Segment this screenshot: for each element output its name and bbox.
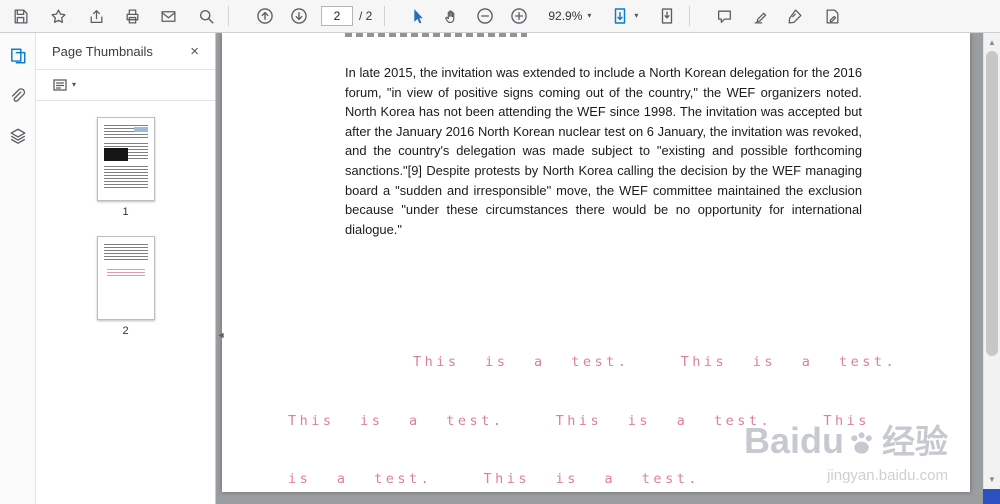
highlighter-icon	[754, 12, 767, 24]
panel-header: Page Thumbnails ×	[36, 33, 215, 69]
search-button[interactable]	[192, 3, 220, 29]
single-page-icon	[662, 8, 673, 24]
page-thumbnails-panel: Page Thumbnails × ▾ 1 2	[36, 33, 216, 504]
thumbnail-list: 1 2	[36, 101, 215, 337]
comment-icon	[717, 10, 731, 23]
hand-tool-button[interactable]	[437, 3, 465, 29]
zoom-level-dropdown[interactable]: 92.9% ▾	[543, 6, 596, 26]
next-page-button[interactable]	[285, 3, 313, 29]
zoom-in-icon	[511, 8, 528, 24]
star-button[interactable]	[44, 3, 72, 29]
watermark-brand-cjk: 经验	[882, 423, 948, 460]
toolbar: / 2 92.9% ▾ ▾	[0, 0, 1000, 33]
paragraph-text: In late 2015, the invitation was extende…	[345, 65, 862, 237]
zoom-value: 92.9%	[548, 9, 583, 23]
comment-button[interactable]	[710, 3, 738, 29]
pen-nib-icon	[788, 8, 802, 24]
save-icon	[14, 8, 28, 24]
paw-icon	[851, 432, 872, 454]
paperclip-icon	[11, 88, 25, 102]
options-list-icon	[53, 79, 67, 91]
select-arrow-icon	[414, 8, 423, 23]
thumbnail-label: 1	[122, 206, 129, 218]
watermark-url: jingyan.baidu.com	[827, 467, 948, 484]
email-icon	[160, 10, 176, 22]
panel-options-button[interactable]: ▾	[36, 70, 215, 100]
layers-icon	[10, 128, 25, 144]
edit-document-button[interactable]	[818, 3, 846, 29]
test-text-line: This is a test. This is a test.	[413, 354, 898, 370]
print-button[interactable]	[118, 3, 146, 29]
layers-tab[interactable]	[4, 123, 32, 149]
scroll-down-arrow[interactable]: ▼	[984, 471, 1000, 487]
thumbnail-label: 2	[122, 325, 129, 337]
single-page-view-button[interactable]	[653, 3, 681, 29]
watermark-brand: Baidu	[743, 420, 844, 461]
toolbar-separator	[384, 6, 386, 26]
page-number-input[interactable]	[321, 6, 353, 26]
panel-collapse-handle[interactable]: ◄	[216, 320, 226, 350]
page-thumbnails-tab[interactable]	[4, 43, 32, 69]
page-fit-mode-button[interactable]: ▾	[606, 4, 643, 28]
panel-title: Page Thumbnails	[52, 43, 153, 59]
thumbnail-image-2	[96, 236, 155, 320]
chevron-down-icon: ▾	[587, 11, 592, 20]
thumbnail-image-1	[96, 117, 155, 201]
page-down-icon	[291, 8, 307, 24]
share-button[interactable]	[82, 3, 110, 29]
zoom-out-button[interactable]	[471, 3, 499, 29]
star-icon	[50, 8, 66, 23]
attachments-tab[interactable]	[4, 83, 32, 109]
fill-sign-button[interactable]	[780, 3, 808, 29]
document-pen-icon	[826, 8, 839, 24]
page-total-label: / 2	[359, 9, 373, 23]
save-button[interactable]	[6, 3, 34, 29]
page-up-icon	[257, 8, 273, 24]
document-viewer: ◄ In late 2015, the invitation was exten…	[216, 33, 1000, 504]
hand-tool-icon	[445, 9, 455, 23]
navigation-rail	[0, 33, 36, 504]
chevron-down-icon: ▾	[634, 11, 639, 20]
panel-close-button[interactable]: ×	[186, 41, 203, 62]
chevron-down-icon: ▾	[72, 80, 77, 89]
pdf-page: In late 2015, the invitation was extende…	[222, 33, 970, 492]
thumbnail-page-2[interactable]: 2	[36, 236, 215, 337]
email-button[interactable]	[154, 3, 182, 29]
highlight-button[interactable]	[746, 3, 774, 29]
clipped-text-line	[345, 33, 527, 37]
vertical-scrollbar[interactable]: ▲ ▼	[983, 33, 1000, 504]
share-icon	[90, 9, 102, 23]
toolbar-separator	[689, 6, 691, 26]
scrollbar-thumb[interactable]	[986, 51, 998, 356]
fit-width-icon	[615, 8, 626, 24]
toolbar-separator	[228, 6, 229, 26]
watermark-corner-block	[983, 489, 1000, 504]
thumbnails-icon	[10, 48, 25, 64]
previous-page-button[interactable]	[251, 3, 279, 29]
thumbnail-page-1[interactable]: 1	[36, 117, 215, 218]
zoom-out-icon	[477, 8, 494, 24]
print-icon	[126, 8, 138, 24]
search-icon	[199, 9, 214, 24]
zoom-in-button[interactable]	[505, 3, 533, 29]
scroll-up-arrow[interactable]: ▲	[984, 34, 1000, 50]
baidu-watermark: Baidu 经验 jingyan.baidu.com	[744, 415, 948, 484]
select-tool-button[interactable]	[403, 3, 431, 29]
